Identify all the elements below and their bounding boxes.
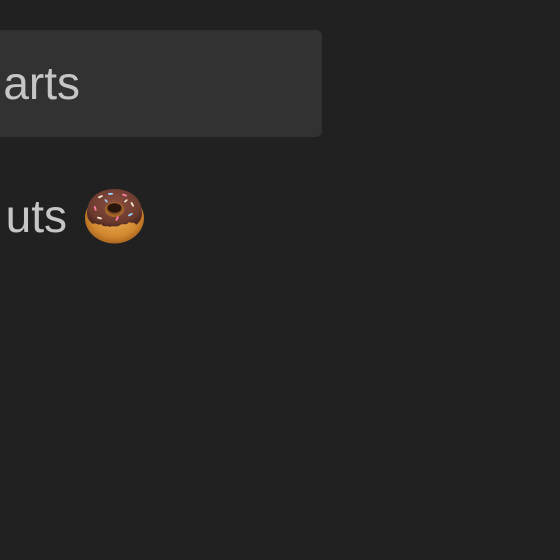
menu-panel: arts uts <box>0 0 560 560</box>
donut-icon <box>85 189 144 244</box>
list-item-selected[interactable]: arts <box>0 30 322 137</box>
list-item-label: uts <box>5 190 67 242</box>
list-item[interactable]: uts <box>0 160 322 267</box>
list-item-label: arts <box>3 57 80 109</box>
